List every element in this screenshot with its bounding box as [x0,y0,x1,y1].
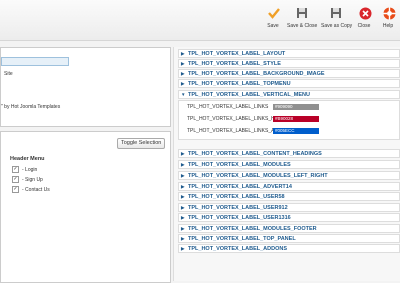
section-style[interactable]: ▶ TPL_HOT_VORTEX_LABEL_STYLE [178,59,400,68]
help-button[interactable]: Help [381,5,395,29]
section-top-panel[interactable]: ▶ TPL_HOT_VORTEX_LABEL_TOP_PANEL [178,234,400,243]
site-label: Site [4,71,13,77]
section-modules-footer[interactable]: ▶ TPL_HOT_VORTEX_LABEL_MODULES_FOOTER [178,224,400,233]
expand-arrow-icon: ▶ [181,162,185,167]
links-color-label: TPL_HOT_VORTEX_LABEL_LINKS [187,104,269,110]
links-hover-color-field[interactable]: #B90028 [273,116,319,122]
menu-heading: Header Menu [10,156,45,162]
save-copy-button[interactable]: Save as Copy [321,5,352,29]
checkbox-checked-icon[interactable]: ✓ [12,186,19,193]
expand-arrow-icon: ▶ [181,236,185,241]
section-user58[interactable]: ▶ TPL_HOT_VORTEX_LABEL_USER58 [178,192,400,201]
section-user912[interactable]: ▶ TPL_HOT_VORTEX_LABEL_USER912 [178,203,400,212]
template-credit-text: " by Hot Joomla Templates [1,104,61,110]
expand-arrow-icon: ▶ [181,173,185,178]
toggle-selection-button[interactable]: Toggle Selection [117,138,166,149]
save-close-icon [294,5,310,21]
site-settings-panel: Site " by Hot Joomla Templates [0,47,171,127]
section-modules-left-right[interactable]: ▶ TPL_HOT_VORTEX_LABEL_MODULES_LEFT_RIGHT [178,171,400,180]
menu-assignment-panel: Toggle Selection Header Menu ✓ - Login ✓… [0,131,171,283]
save-button[interactable]: Save [266,5,280,29]
section-topmenu[interactable]: ▶ TPL_HOT_VORTEX_LABEL_TOPMENU [178,79,400,88]
expand-arrow-icon: ▶ [181,51,185,56]
vertical-menu-panel: TPL_HOT_VORTEX_LABEL_LINKS #909090 TPL_H… [178,100,400,140]
section-content-headings[interactable]: ▶ TPL_HOT_VORTEX_LABEL_CONTENT_HEADINGS [178,149,400,158]
section-advert14[interactable]: ▶ TPL_HOT_VORTEX_LABEL_ADVERT14 [178,182,400,191]
expand-arrow-icon: ▶ [181,81,185,86]
section-vertical-menu[interactable]: ▼ TPL_HOT_VORTEX_LABEL_VERTICAL_MENU [178,90,400,99]
save-close-button[interactable]: Save & Close [287,5,317,29]
save-copy-icon [328,5,344,21]
links-color-field[interactable]: #909090 [273,104,319,110]
collapse-arrow-icon: ▼ [181,92,186,97]
menu-item-login[interactable]: ✓ - Login [12,166,37,173]
section-layout[interactable]: ▶ TPL_HOT_VORTEX_LABEL_LAYOUT [178,49,400,58]
help-icon [381,5,397,21]
expand-arrow-icon: ▶ [181,246,185,251]
expand-arrow-icon: ▶ [181,226,185,231]
menu-item-sign-up[interactable]: ✓ - Sign Up [12,176,43,183]
expand-arrow-icon: ▶ [181,71,185,76]
checkbox-checked-icon[interactable]: ✓ [12,176,19,183]
expand-arrow-icon: ▶ [181,184,185,189]
template-params-accordion: ▶ TPL_HOT_VORTEX_LABEL_LAYOUT ▶ TPL_HOT_VO… [173,47,400,281]
close-icon [357,5,373,21]
section-modules[interactable]: ▶ TPL_HOT_VORTEX_LABEL_MODULES [178,160,400,169]
expand-arrow-icon: ▶ [181,151,185,156]
check-icon [266,5,282,21]
section-addons[interactable]: ▶ TPL_HOT_VORTEX_LABEL_ADDONS [178,244,400,253]
links-active-color-field[interactable]: #005ECC [273,128,319,134]
close-button[interactable]: Close [357,5,371,29]
expand-arrow-icon: ▶ [181,61,185,66]
toolbar: Save Save & Close Save as Copy Close Hel… [0,0,400,41]
section-background-image[interactable]: ▶ TPL_HOT_VORTEX_LABEL_BACKGROUND_IMAGE [178,69,400,78]
checkbox-checked-icon[interactable]: ✓ [12,166,19,173]
expand-arrow-icon: ▶ [181,205,185,210]
site-name-input[interactable] [1,57,69,66]
menu-item-contact-us[interactable]: ✓ - Contact Us [12,186,50,193]
expand-arrow-icon: ▶ [181,194,185,199]
section-user1316[interactable]: ▶ TPL_HOT_VORTEX_LABEL_USER1316 [178,213,400,222]
expand-arrow-icon: ▶ [181,215,185,220]
